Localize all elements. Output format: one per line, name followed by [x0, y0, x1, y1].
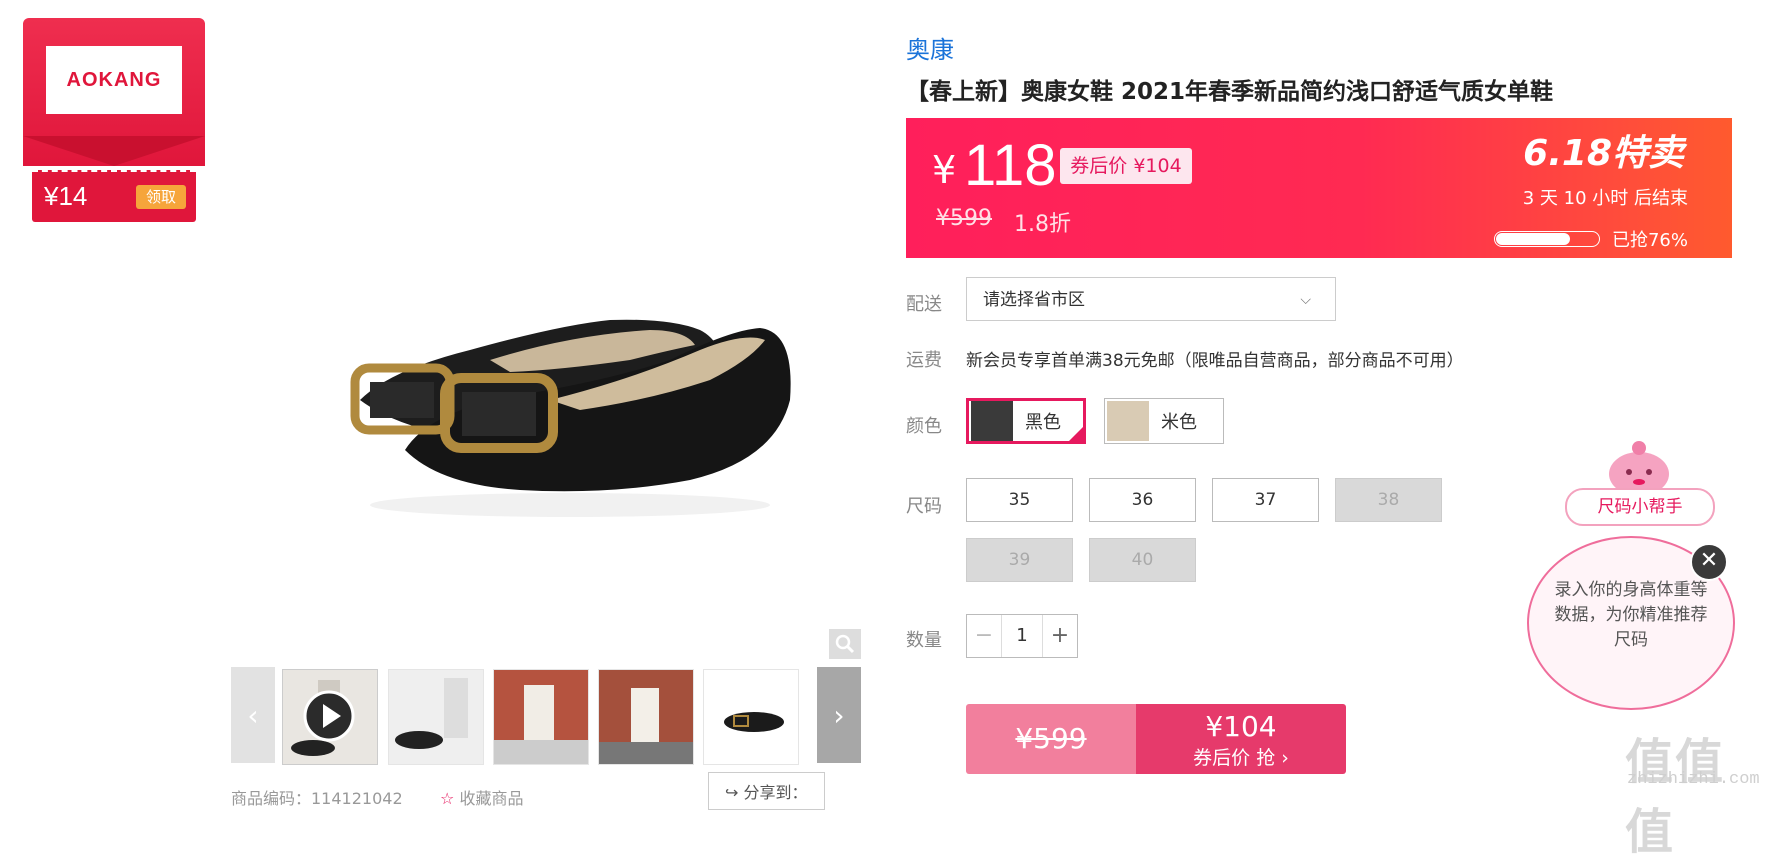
chevron-right-icon: › — [833, 698, 845, 732]
zoom-button[interactable] — [829, 629, 861, 659]
coupon-card[interactable]: AOKANG ¥14 领取 — [23, 18, 205, 224]
quantity-stepper: − 1 + — [966, 614, 1078, 658]
main-product-image[interactable] — [230, 0, 860, 660]
after-coupon-price: 券后价 ¥104 — [1060, 148, 1192, 184]
close-icon[interactable]: ✕ — [1690, 543, 1728, 581]
coupon-claim-button[interactable]: 领取 — [136, 185, 186, 209]
sale-price: 118 — [964, 133, 1057, 198]
thumbnail-5[interactable] — [703, 669, 799, 765]
quantity-increase-button[interactable]: + — [1043, 615, 1077, 657]
check-icon — [1066, 424, 1086, 444]
shipping-info: 新会员专享首单满38元免邮（限唯品自营商品，部分商品不可用） — [966, 351, 1464, 371]
magnifier-icon — [835, 634, 855, 654]
size-option-37[interactable]: 37 — [1212, 478, 1319, 522]
favorite-label: 收藏商品 — [459, 789, 524, 808]
chevron-down-icon: ⌵ — [1300, 292, 1311, 308]
sales-progress-fill — [1496, 233, 1570, 245]
favorite-link[interactable]: ☆ 收藏商品 — [440, 785, 523, 809]
sales-progress-bar — [1494, 231, 1600, 247]
share-icon: ↪ — [725, 783, 739, 802]
color-option-label: 米色 — [1161, 412, 1197, 433]
share-label: 分享到： — [743, 783, 808, 802]
thumbnail-image — [704, 670, 798, 764]
buy-action[interactable]: ¥104 券后价 抢 › — [1136, 704, 1346, 774]
color-option-label: 黑色 — [1025, 412, 1061, 433]
color-label: 颜色 — [906, 416, 942, 437]
buy-button[interactable]: ¥599 ¥104 券后价 抢 › — [966, 704, 1346, 774]
size-option-40: 40 — [1089, 538, 1196, 582]
item-number: 商品编码：114121042 — [231, 789, 403, 808]
size-helper-text: 录入你的身高体重等数据，为你精准推荐尺码 — [1554, 580, 1708, 650]
thumbnail-4[interactable] — [598, 669, 694, 765]
shoe-illustration — [350, 319, 791, 517]
thumbnail-2[interactable] — [388, 669, 484, 765]
discount-rate: 1.8折 — [1014, 212, 1071, 237]
coupon-fold — [23, 136, 205, 166]
currency-symbol: ¥ — [932, 148, 957, 192]
original-price: ¥599 — [936, 206, 992, 231]
share-dropdown[interactable]: ↪ 分享到： — [708, 772, 825, 810]
thumbnail-image — [389, 670, 483, 764]
size-option-38: 38 — [1335, 478, 1442, 522]
color-swatch-image — [1107, 401, 1149, 441]
size-option-39: 39 — [966, 538, 1073, 582]
buy-action-label: 券后价 抢 › — [1193, 747, 1289, 769]
sales-progress-text: 已抢76% — [1611, 230, 1688, 251]
thumbnail-image — [599, 670, 693, 764]
thumbnail-video[interactable] — [282, 669, 378, 765]
size-label: 尺码 — [906, 496, 942, 517]
size-helper-button[interactable]: 尺码小帮手 — [1565, 488, 1715, 526]
thumbnail-3[interactable] — [493, 669, 589, 765]
chevron-left-icon: ‹ — [247, 698, 259, 732]
region-select[interactable]: 请选择省市区 ⌵ — [966, 277, 1336, 321]
thumbnail-image — [283, 670, 377, 764]
quantity-input[interactable]: 1 — [1001, 615, 1043, 657]
delivery-label: 配送 — [906, 294, 942, 315]
thumb-next-button[interactable]: › — [817, 667, 861, 763]
watermark-logo: 值值值 — [1625, 734, 1726, 860]
size-option-36[interactable]: 36 — [1089, 478, 1196, 522]
quantity-decrease-button[interactable]: − — [967, 615, 1001, 657]
price-banner: ¥ 118 券后价 ¥104 ¥599 1.8折 6.18特卖 3 天 10 小… — [906, 118, 1732, 258]
color-option-black[interactable]: 黑色 — [966, 398, 1086, 444]
brand-link[interactable]: 奥康 — [906, 30, 954, 65]
coupon-amount: ¥14 — [44, 181, 88, 211]
coupon-footer: ¥14 领取 — [32, 170, 196, 222]
product-title: 【春上新】奥康女鞋 2021年春季新品简约浅口舒适气质女单鞋 — [906, 79, 1554, 105]
brand-logo: AOKANG — [46, 46, 182, 114]
region-select-value: 请选择省市区 — [983, 290, 1085, 310]
size-option-35[interactable]: 35 — [966, 478, 1073, 522]
color-swatch-image — [971, 401, 1013, 441]
watermark-url: zhizhizhi.com — [1627, 770, 1760, 789]
buy-coupon-price: ¥104 — [1205, 710, 1277, 743]
thumbnail-image — [494, 670, 588, 764]
shipping-label: 运费 — [906, 350, 942, 371]
quantity-label: 数量 — [906, 630, 942, 651]
color-option-beige[interactable]: 米色 — [1104, 398, 1224, 444]
countdown-timer: 3 天 10 小时 后结束 — [1522, 188, 1688, 209]
event-label: 6.18特卖 — [1523, 133, 1684, 174]
thumb-prev-button[interactable]: ‹ — [231, 667, 275, 763]
buy-original-price: ¥599 — [966, 704, 1136, 774]
star-icon: ☆ — [440, 789, 455, 808]
